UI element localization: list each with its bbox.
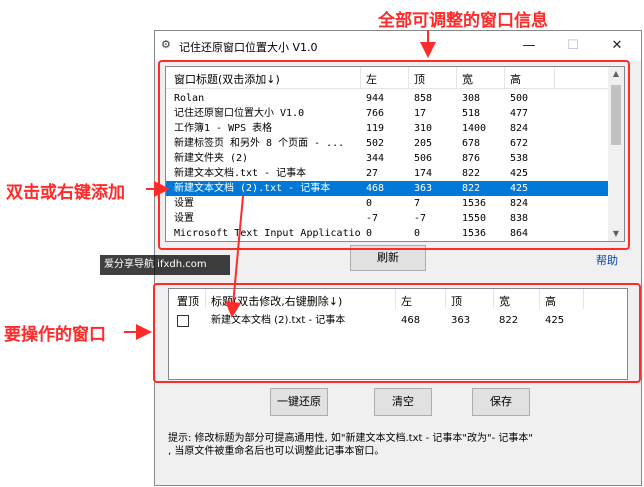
minimize-button[interactable]: — [507, 31, 551, 61]
annotation-bottom-label: 要操作的窗口 [4, 325, 106, 345]
maximize-button[interactable]: ☐ [551, 31, 595, 61]
tip-line-1: 提示: 修改标题为部分可提高通用性, 如"新建文本文档.txt - 记事本"改为… [168, 433, 533, 444]
window-title: 记住还原窗口位置大小 V1.0 [179, 41, 318, 54]
save-button[interactable]: 保存 [472, 388, 530, 416]
title-bar[interactable]: ⚙ 记住还原窗口位置大小 V1.0 — ☐ ✕ [155, 31, 641, 61]
close-button[interactable]: ✕ [595, 31, 639, 61]
tip-text: 提示: 修改标题为部分可提高通用性, 如"新建文本文档.txt - 记事本"改为… [168, 432, 628, 458]
annotation-box-window-list [158, 60, 630, 250]
app-icon: ⚙ [161, 38, 171, 51]
annotation-top-label: 全部可调整的窗口信息 [378, 11, 548, 31]
help-link[interactable]: 帮助 [596, 252, 618, 268]
annotation-left-label: 双击或右键添加 [6, 183, 125, 203]
annotation-box-keep-list [153, 283, 641, 383]
watermark: 爱分享导航 ifxdh.com [100, 255, 230, 275]
restore-all-button[interactable]: 一键还原 [270, 388, 328, 416]
tip-line-2: , 当原文件被重命名后也可以调整此记事本窗口。 [168, 446, 385, 457]
clear-button[interactable]: 清空 [374, 388, 432, 416]
